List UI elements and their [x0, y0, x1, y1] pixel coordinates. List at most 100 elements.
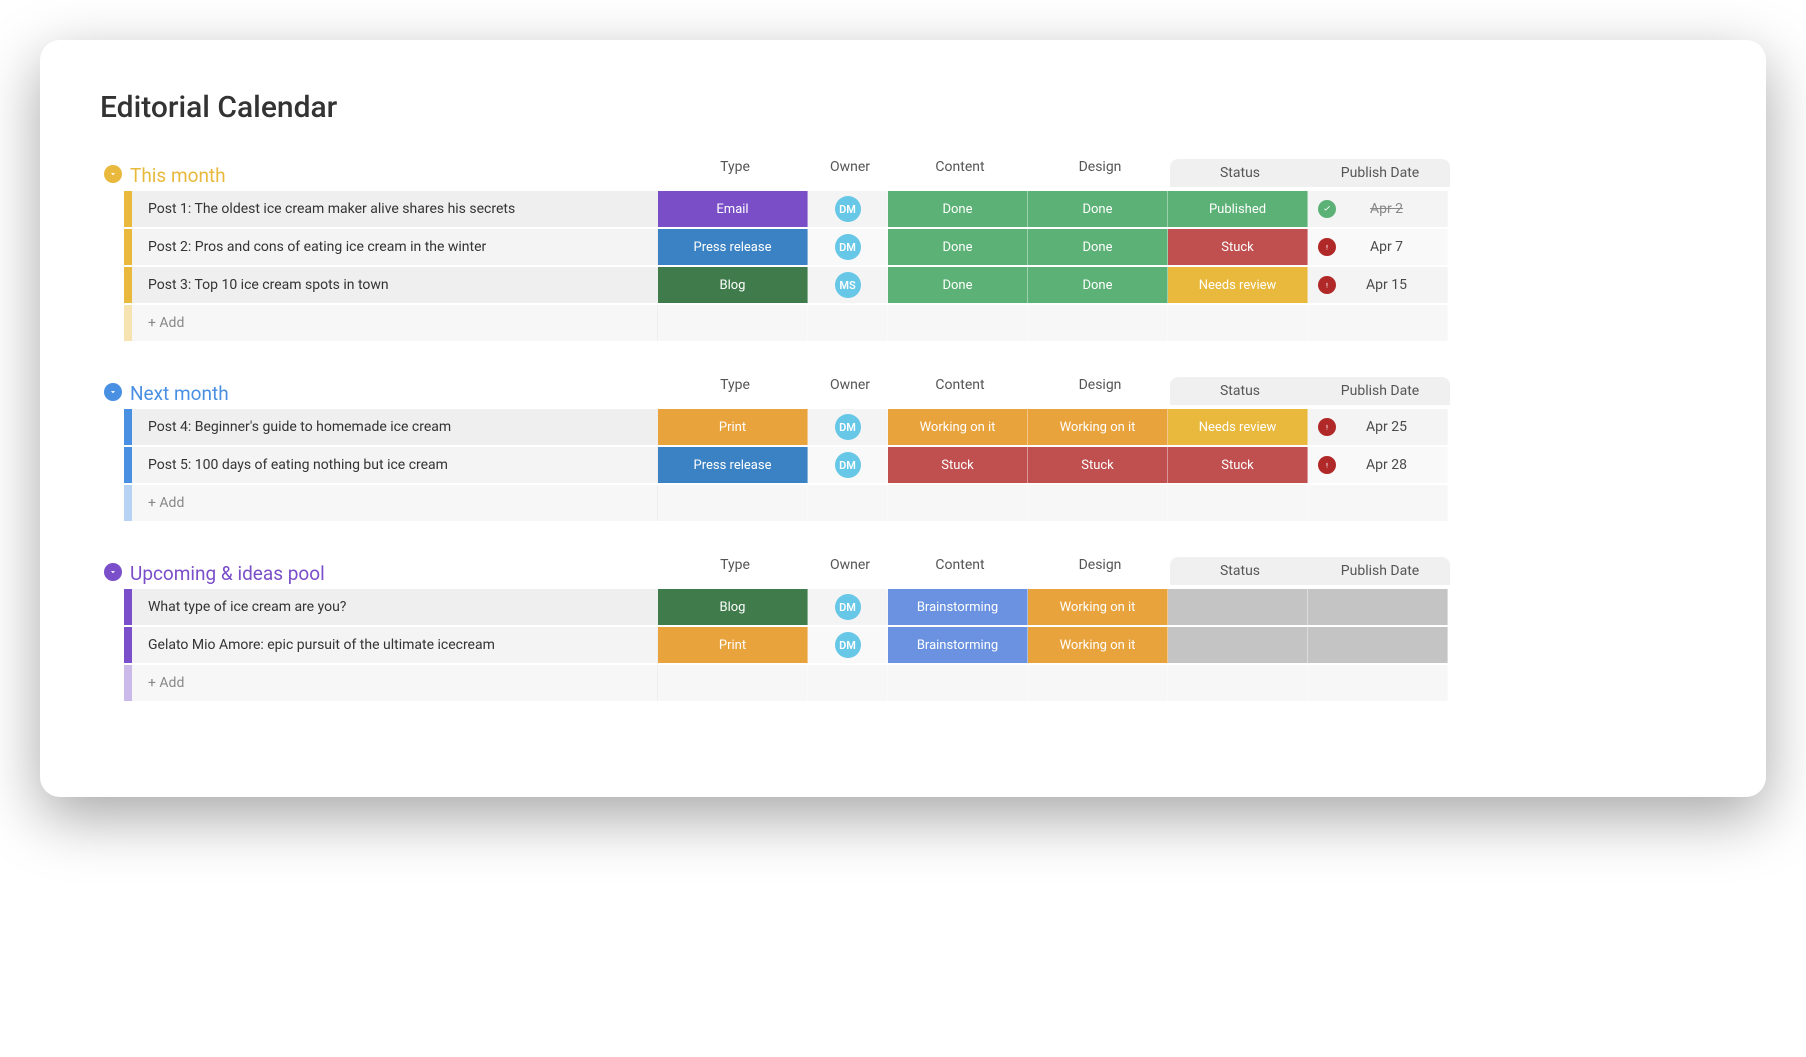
group: Next month Type Owner Content Design Sta…: [100, 377, 1706, 521]
group-title[interactable]: Next month: [130, 382, 660, 405]
avatar: DM: [835, 594, 861, 620]
design-status-label: Done: [1082, 278, 1112, 293]
status-cell[interactable]: [1168, 589, 1308, 625]
add-row[interactable]: + Add: [124, 305, 1706, 341]
type-cell[interactable]: Email: [658, 191, 808, 227]
status-cell[interactable]: Stuck: [1168, 447, 1308, 483]
content-status-cell[interactable]: Done: [888, 229, 1028, 265]
chevron-down-icon[interactable]: [104, 165, 122, 183]
item-name-cell[interactable]: Post 1: The oldest ice cream maker alive…: [132, 191, 658, 227]
design-status-cell[interactable]: Stuck: [1028, 447, 1168, 483]
publish-date-cell[interactable]: Apr 25: [1308, 409, 1448, 445]
publish-date-cell[interactable]: Apr 7: [1308, 229, 1448, 265]
alert-circle-icon: [1318, 276, 1336, 294]
content-status-cell[interactable]: Done: [888, 267, 1028, 303]
group: This month Type Owner Content Design Sta…: [100, 159, 1706, 341]
shaded-header: Status Publish Date: [1170, 557, 1450, 585]
design-status-cell[interactable]: Working on it: [1028, 409, 1168, 445]
add-item-button[interactable]: + Add: [132, 305, 658, 341]
table-row[interactable]: Post 2: Pros and cons of eating ice crea…: [124, 229, 1706, 265]
design-status-cell[interactable]: Done: [1028, 267, 1168, 303]
row-cells: [658, 665, 1706, 701]
table-row[interactable]: What type of ice cream are you? Blog DM …: [124, 589, 1706, 625]
owner-cell[interactable]: DM: [808, 627, 888, 663]
owner-cell[interactable]: DM: [808, 409, 888, 445]
group-title[interactable]: This month: [130, 164, 660, 187]
add-item-button[interactable]: + Add: [132, 485, 658, 521]
add-row[interactable]: + Add: [124, 665, 1706, 701]
add-item-button[interactable]: + Add: [132, 665, 658, 701]
content-status-cell[interactable]: Stuck: [888, 447, 1028, 483]
empty-cell: [808, 305, 888, 341]
row-cells: Blog DM Brainstorming Working on it: [658, 589, 1706, 625]
publish-date-cell[interactable]: [1308, 589, 1448, 625]
type-cell[interactable]: Print: [658, 409, 808, 445]
type-label: Blog: [720, 600, 746, 615]
status-cell[interactable]: Needs review: [1168, 267, 1308, 303]
design-status-cell[interactable]: Done: [1028, 191, 1168, 227]
status-cell[interactable]: Stuck: [1168, 229, 1308, 265]
status-cell[interactable]: Needs review: [1168, 409, 1308, 445]
type-label: Print: [719, 638, 746, 653]
empty-cell: [1028, 485, 1168, 521]
column-header: Publish Date: [1310, 563, 1450, 579]
table-row[interactable]: Gelato Mio Amore: epic pursuit of the ul…: [124, 627, 1706, 663]
table-row[interactable]: Post 3: Top 10 ice cream spots in town B…: [124, 267, 1706, 303]
add-row[interactable]: + Add: [124, 485, 1706, 521]
item-name-cell[interactable]: Gelato Mio Amore: epic pursuit of the ul…: [132, 627, 658, 663]
type-cell[interactable]: Press release: [658, 447, 808, 483]
column-header: Design: [1030, 557, 1170, 585]
type-label: Print: [719, 420, 746, 435]
publish-date-cell[interactable]: Apr 15: [1308, 267, 1448, 303]
column-header: Status: [1170, 165, 1310, 181]
chevron-down-icon[interactable]: [104, 383, 122, 401]
type-cell[interactable]: Print: [658, 627, 808, 663]
item-name-cell[interactable]: What type of ice cream are you?: [132, 589, 658, 625]
empty-cell: [1028, 665, 1168, 701]
content-status-cell[interactable]: Done: [888, 191, 1028, 227]
check-circle-icon: [1318, 200, 1336, 218]
type-cell[interactable]: Blog: [658, 267, 808, 303]
column-header: Publish Date: [1310, 165, 1450, 181]
type-label: Email: [716, 202, 748, 217]
status-cell[interactable]: [1168, 627, 1308, 663]
empty-cell: [1168, 305, 1308, 341]
content-status-label: Done: [942, 240, 972, 255]
publish-date-cell[interactable]: [1308, 627, 1448, 663]
type-cell[interactable]: Press release: [658, 229, 808, 265]
publish-date-cell[interactable]: Apr 28: [1308, 447, 1448, 483]
design-status-cell[interactable]: Done: [1028, 229, 1168, 265]
column-header: Status: [1170, 563, 1310, 579]
owner-cell[interactable]: MS: [808, 267, 888, 303]
column-header: Owner: [810, 557, 890, 585]
design-status-label: Working on it: [1060, 600, 1136, 615]
status-cell[interactable]: Published: [1168, 191, 1308, 227]
item-name-cell[interactable]: Post 2: Pros and cons of eating ice crea…: [132, 229, 658, 265]
column-header: Design: [1030, 159, 1170, 187]
table-row[interactable]: Post 4: Beginner's guide to homemade ice…: [124, 409, 1706, 445]
content-status-cell[interactable]: Brainstorming: [888, 589, 1028, 625]
type-label: Blog: [720, 278, 746, 293]
empty-cell: [1308, 485, 1448, 521]
owner-cell[interactable]: DM: [808, 229, 888, 265]
group-title[interactable]: Upcoming & ideas pool: [130, 562, 660, 585]
content-status-cell[interactable]: Working on it: [888, 409, 1028, 445]
publish-date-cell[interactable]: Apr 2: [1308, 191, 1448, 227]
design-status-cell[interactable]: Working on it: [1028, 589, 1168, 625]
content-status-cell[interactable]: Brainstorming: [888, 627, 1028, 663]
table-row[interactable]: Post 5: 100 days of eating nothing but i…: [124, 447, 1706, 483]
content-status-label: Brainstorming: [917, 600, 998, 615]
item-name-cell[interactable]: Post 4: Beginner's guide to homemade ice…: [132, 409, 658, 445]
owner-cell[interactable]: DM: [808, 589, 888, 625]
item-name-cell[interactable]: Post 3: Top 10 ice cream spots in town: [132, 267, 658, 303]
chevron-down-icon[interactable]: [104, 563, 122, 581]
item-name: Post 2: Pros and cons of eating ice crea…: [148, 239, 486, 255]
item-name: Gelato Mio Amore: epic pursuit of the ul…: [148, 637, 495, 653]
table-row[interactable]: Post 1: The oldest ice cream maker alive…: [124, 191, 1706, 227]
row-cells: [658, 485, 1706, 521]
design-status-cell[interactable]: Working on it: [1028, 627, 1168, 663]
owner-cell[interactable]: DM: [808, 447, 888, 483]
owner-cell[interactable]: DM: [808, 191, 888, 227]
item-name-cell[interactable]: Post 5: 100 days of eating nothing but i…: [132, 447, 658, 483]
type-cell[interactable]: Blog: [658, 589, 808, 625]
